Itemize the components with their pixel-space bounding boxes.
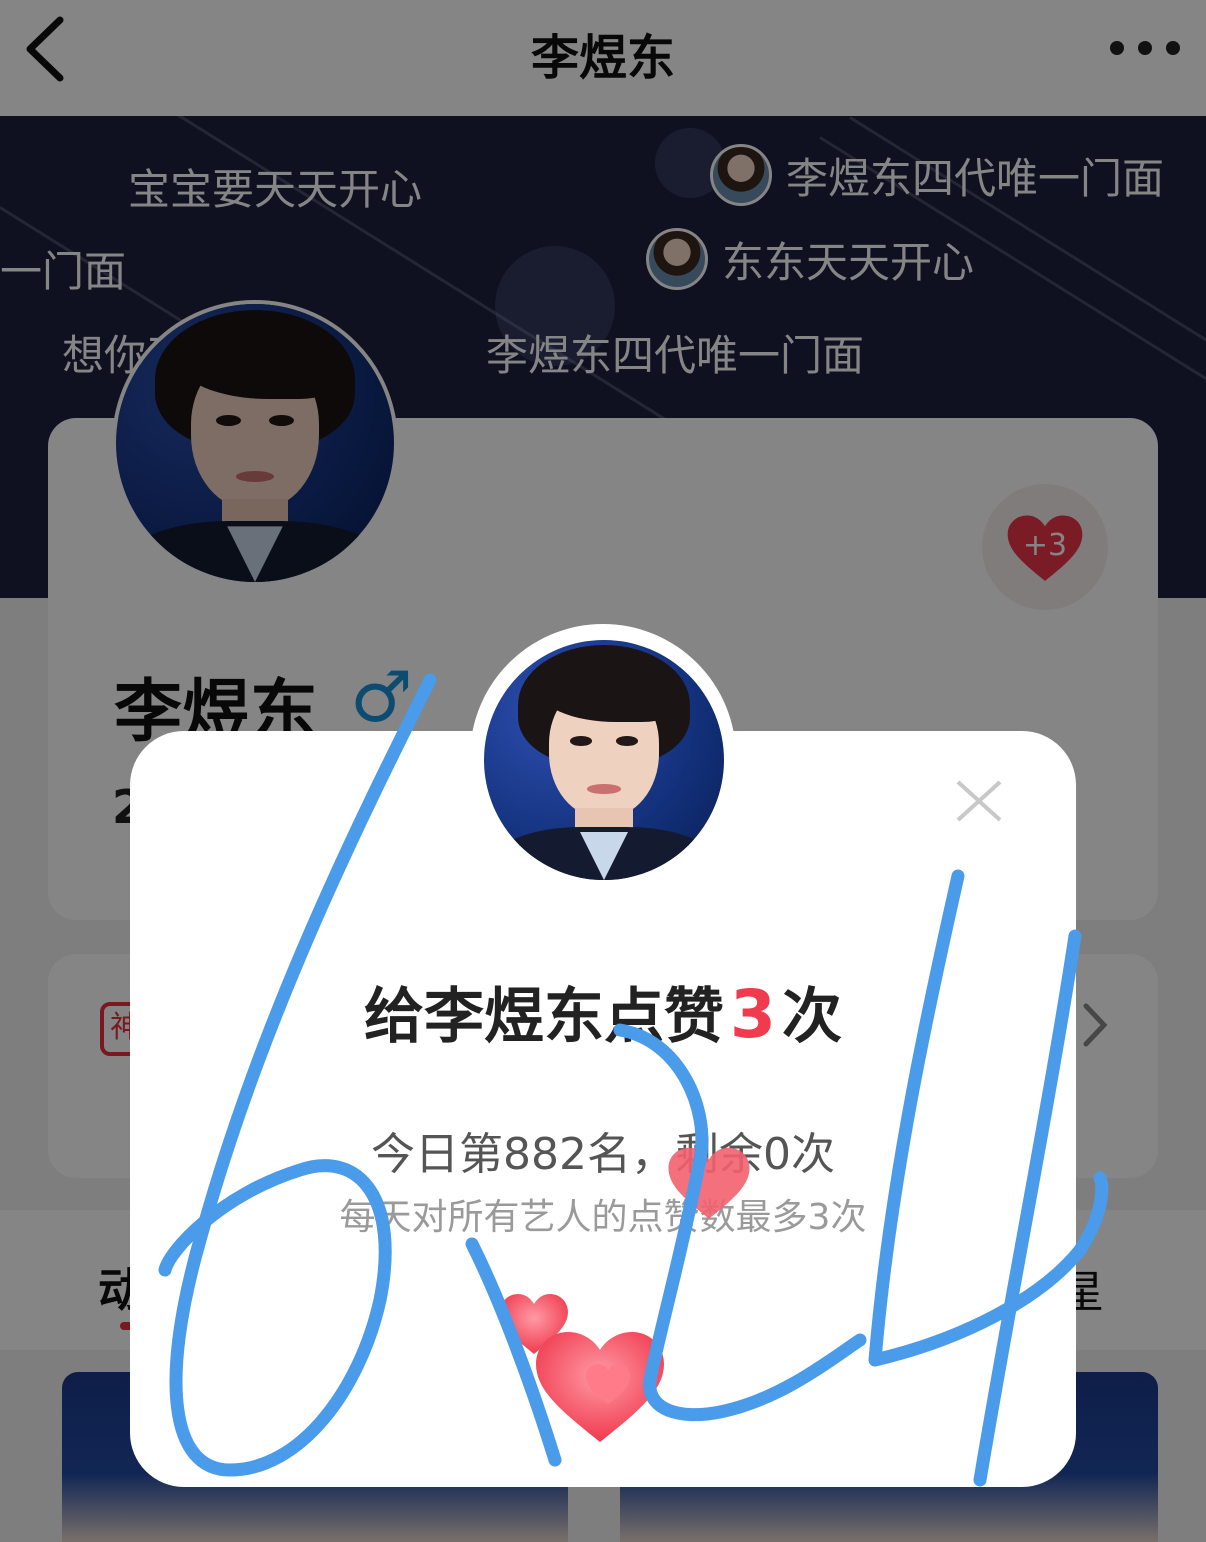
dialog-title: 给李煜东点赞3 次: [364, 976, 842, 1053]
floating-heart-icon: [668, 1147, 750, 1219]
close-icon[interactable]: [954, 778, 1004, 824]
hearts-icon: [500, 1294, 664, 1442]
like-count: 3: [730, 976, 776, 1053]
dialog-avatar: [484, 640, 724, 880]
rank-remaining-text: 今日第882名，剩余0次: [371, 1129, 835, 1180]
daily-limit-text: 每天对所有艺人的点赞数最多3次: [339, 1197, 867, 1238]
